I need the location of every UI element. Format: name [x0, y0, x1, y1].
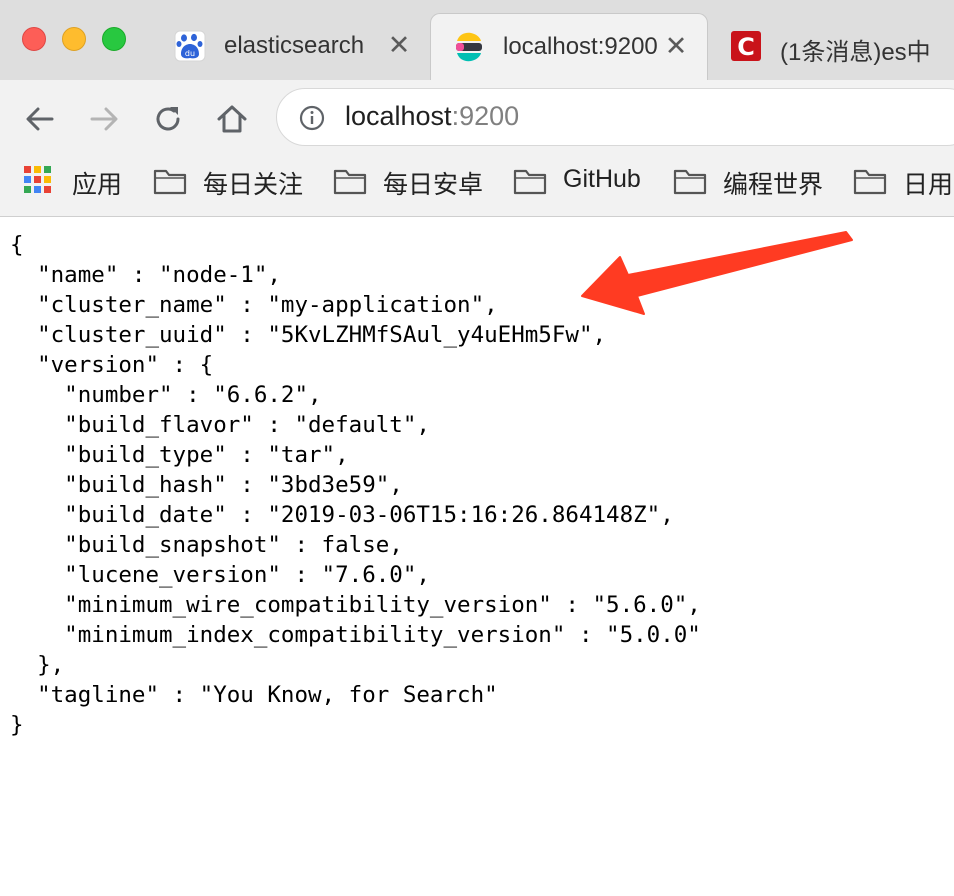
folder-icon: [853, 169, 887, 195]
url-host: localhost: [345, 101, 452, 131]
json-line: "version" : {: [10, 352, 214, 378]
tab-title: localhost:9200: [503, 33, 657, 60]
bookmark-label: 编程世界: [723, 171, 824, 199]
json-line: "cluster_name" : "my-application",: [10, 292, 498, 318]
json-line: "build_snapshot" : false,: [10, 532, 403, 558]
bookmarks-bar: 应用 每日关注 每日安卓 GitHub 编程世界 日用: [0, 154, 954, 217]
bookmark-label: 日用: [903, 171, 954, 199]
baidu-paw-icon: du: [174, 30, 206, 62]
arrow-right-icon[interactable]: [86, 101, 122, 137]
reload-icon[interactable]: [150, 101, 186, 137]
json-line: "minimum_wire_compatibility_version" : "…: [10, 592, 701, 618]
folder-icon: [513, 169, 547, 195]
close-icon[interactable]: [22, 27, 46, 51]
tab-csdn[interactable]: C (1条消息)es中: [708, 13, 954, 80]
bookmark-label: 每日安卓: [383, 171, 484, 199]
folder-icon: [333, 169, 367, 195]
json-line: "build_type" : "tar",: [10, 442, 349, 468]
json-line: "build_hash" : "3bd3e59",: [10, 472, 403, 498]
info-icon[interactable]: [299, 105, 325, 131]
json-line: "name" : "node-1",: [10, 262, 281, 288]
arrow-left-icon[interactable]: [22, 101, 58, 137]
folder-icon: [153, 169, 187, 195]
apps-grid-icon: [24, 166, 54, 196]
json-line: "lucene_version" : "7.6.0",: [10, 562, 430, 588]
url-text[interactable]: localhost:9200: [345, 101, 519, 132]
svg-text:du: du: [185, 49, 195, 58]
csdn-c-icon: C: [731, 31, 761, 61]
json-line: "build_date" : "2019-03-06T15:16:26.8641…: [10, 502, 674, 528]
json-line: }: [10, 712, 24, 738]
minimize-icon[interactable]: [62, 27, 86, 51]
tab-title: elasticsearch: [224, 32, 365, 59]
json-response-body: { "name" : "node-1", "cluster_name" : "m…: [10, 230, 701, 740]
json-line: "build_flavor" : "default",: [10, 412, 430, 438]
bookmark-label: GitHub: [563, 165, 641, 193]
json-line: "cluster_uuid" : "5KvLZHMfSAul_y4uEHm5Fw…: [10, 322, 607, 348]
navigation-toolbar: localhost:9200: [0, 80, 954, 154]
json-line: },: [10, 652, 65, 678]
address-bar[interactable]: localhost:9200: [276, 88, 954, 146]
json-line: {: [10, 232, 24, 258]
tab-title: (1条消息)es中: [780, 39, 931, 66]
tab-elasticsearch[interactable]: du elasticsearch ✕: [152, 13, 430, 80]
bookmark-label: 应用: [72, 171, 123, 199]
tab-close-icon[interactable]: ✕: [661, 31, 691, 61]
json-line: "tagline" : "You Know, for Search": [10, 682, 498, 708]
json-line: "number" : "6.6.2",: [10, 382, 322, 408]
elastic-logo-icon: [456, 32, 482, 62]
home-icon[interactable]: [214, 101, 250, 137]
folder-icon: [673, 169, 707, 195]
tab-close-icon[interactable]: ✕: [384, 30, 414, 60]
url-port: :9200: [451, 101, 520, 131]
tab-strip: du elasticsearch ✕ localhost:9200 ✕ C (1…: [0, 0, 954, 80]
json-line: "minimum_index_compatibility_version" : …: [10, 622, 701, 648]
maximize-icon[interactable]: [102, 27, 126, 51]
svg-text:C: C: [737, 33, 755, 61]
bookmark-label: 每日关注: [203, 171, 304, 199]
tab-localhost[interactable]: localhost:9200 ✕: [430, 13, 708, 80]
